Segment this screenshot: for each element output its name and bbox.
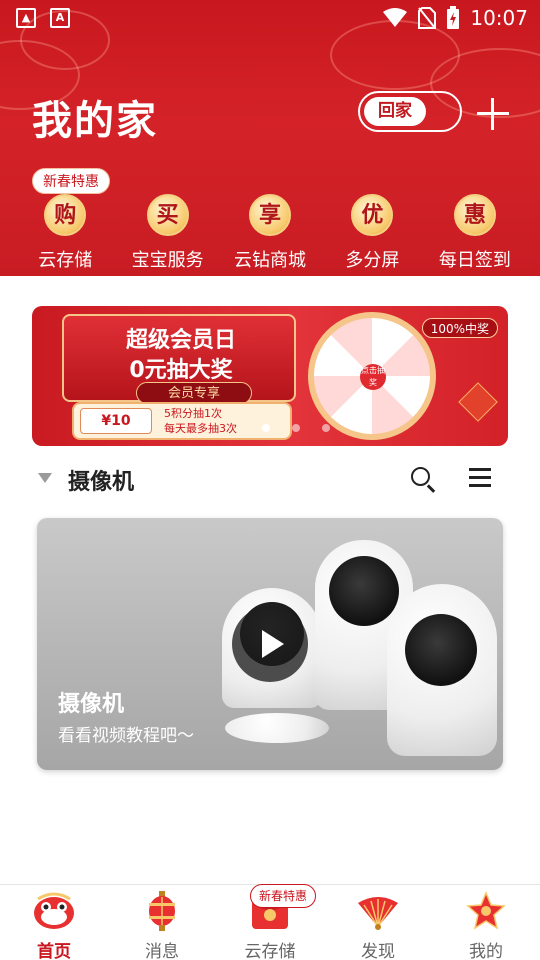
nav-item-mine[interactable]: 我的 (432, 885, 540, 960)
nav-promo-badge: 新春特惠 (250, 884, 317, 908)
prize-wheel-icon: 点击抽奖 (308, 312, 436, 440)
wifi-icon (383, 8, 408, 27)
promo-banner[interactable]: 超级会员日 0元抽大奖 会员专享 ¥10 5积分抽1次 每天最多抽3次 点击抽奖… (32, 306, 508, 446)
service-label: 每日签到 (438, 250, 511, 271)
red-envelope-icon (458, 382, 498, 422)
image-icon: ▲ (16, 8, 36, 28)
card-subtitle: 看看视频教程吧〜 (58, 726, 194, 746)
nav-item-discover[interactable]: 发现 (324, 885, 432, 960)
banner-headline: 超级会员日 (125, 328, 236, 353)
nav-label: 消息 (145, 942, 179, 960)
coupon-rule-1: 5积分抽1次 (164, 407, 222, 420)
pagination-dot[interactable] (292, 424, 300, 432)
gold-coin-icon: 购 (44, 194, 87, 236)
service-label: 多分屏 (345, 250, 400, 271)
gold-coin-icon: 惠 (453, 194, 496, 236)
home-mode-toggle[interactable]: 回家 (358, 91, 462, 132)
gold-coin-icon: 买 (146, 194, 189, 236)
nav-label: 发现 (361, 942, 395, 960)
promo-badge: 新春特惠 (32, 168, 110, 194)
banner-subheadline: 0元抽大奖 (129, 358, 233, 383)
search-icon[interactable] (408, 464, 438, 494)
camera-tutorial-card[interactable]: 摄像机 看看视频教程吧〜 (37, 518, 503, 770)
play-icon[interactable] (232, 606, 308, 682)
status-time: 10:07 (470, 6, 528, 30)
collapse-arrow-icon[interactable] (38, 473, 52, 483)
status-bar: ▲ A 10:07 (0, 0, 540, 36)
home-mode-label: 回家 (364, 97, 426, 126)
plus-icon[interactable] (475, 96, 511, 132)
nav-label: 我的 (469, 942, 503, 960)
banner-win-badge: 100%中奖 (421, 318, 498, 338)
coupon-rule-2: 每天最多抽3次 (164, 422, 237, 435)
app-screen: ▲ A 10:07 我的家 回家 新春特惠 购 云存储 买 宝宝服务 享 云钻商… (0, 0, 540, 960)
firecracker-star-icon (464, 889, 508, 933)
banner-pagination (262, 424, 330, 432)
coupon-rules: 5积分抽1次 每天最多抽3次 (164, 406, 237, 436)
nav-item-messages[interactable]: 消息 (108, 885, 216, 960)
section-title[interactable]: 摄像机 (68, 464, 134, 496)
lantern-icon (140, 889, 184, 933)
service-label: 云钻商城 (234, 250, 307, 271)
nav-label: 首页 (37, 942, 71, 960)
service-item-daily-checkin[interactable]: 惠 每日签到 (424, 194, 526, 272)
camera-product-image (387, 584, 497, 756)
battery-charging-icon (447, 6, 460, 29)
card-title: 摄像机 (58, 692, 125, 717)
lion-dance-icon (32, 889, 76, 933)
page-title[interactable]: 我的家 (32, 88, 158, 146)
banner-vip-label: 会员专享 (136, 382, 252, 404)
nav-item-home[interactable]: 首页 (0, 885, 108, 960)
coupon-value: ¥10 (80, 408, 152, 434)
service-item-cloud-storage[interactable]: 购 云存储 (14, 194, 116, 272)
home-header: ▲ A 10:07 我的家 回家 新春特惠 购 云存储 买 宝宝服务 享 云钻商… (0, 0, 540, 276)
fan-icon (356, 889, 400, 933)
service-item-split-screen[interactable]: 优 多分屏 (321, 194, 423, 272)
banner-headline-panel: 超级会员日 0元抽大奖 会员专享 (62, 314, 296, 404)
service-item-baby-service[interactable]: 买 宝宝服务 (116, 194, 218, 272)
list-menu-icon[interactable] (469, 467, 493, 489)
pagination-dot[interactable] (262, 424, 270, 432)
service-label: 云存储 (38, 250, 93, 271)
banner-coupon: ¥10 5积分抽1次 每天最多抽3次 (72, 402, 292, 440)
pagination-dot[interactable] (322, 424, 330, 432)
app-a-icon: A (50, 8, 70, 28)
service-label: 宝宝服务 (131, 250, 204, 271)
service-item-diamond-mall[interactable]: 享 云钻商城 (219, 194, 321, 272)
wheel-center: 点击抽奖 (360, 364, 386, 390)
nav-label: 云存储 (244, 942, 296, 960)
gold-coin-icon: 优 (351, 194, 394, 236)
service-shortcuts: 购 云存储 买 宝宝服务 享 云钻商城 优 多分屏 惠 每日签到 (14, 194, 526, 272)
no-sim-icon (418, 7, 437, 29)
gold-coin-icon: 享 (249, 194, 292, 236)
camera-stand-image (225, 713, 329, 743)
